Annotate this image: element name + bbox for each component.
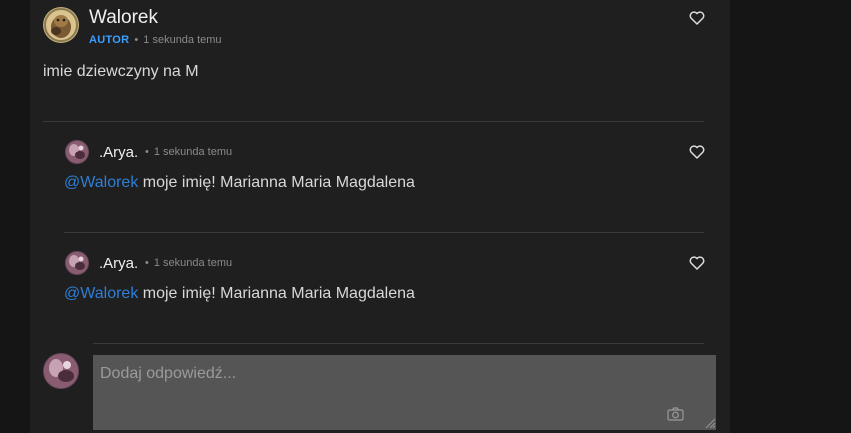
reply-message: moje imię! Marianna Maria Magdalena [138, 174, 415, 191]
heart-icon[interactable] [689, 11, 705, 25]
reply-meta: • 1 sekunda temu [140, 257, 232, 269]
meta-separator: • [145, 257, 149, 269]
avatar-arya[interactable] [65, 140, 89, 164]
divider [64, 232, 704, 233]
reply-author-name[interactable]: .Arya. [99, 144, 138, 161]
current-user-avatar [43, 353, 79, 389]
meta-separator: • [145, 146, 149, 158]
meta-separator: • [134, 34, 139, 46]
reply-message: moje imię! Marianna Maria Magdalena [138, 285, 415, 302]
heart-icon[interactable] [689, 256, 705, 270]
avatar-walorek[interactable] [43, 7, 79, 43]
reply-timestamp: 1 sekunda temu [153, 146, 233, 158]
reply-text: @Walorek moje imię! Marianna Maria Magda… [64, 174, 415, 192]
post-meta: AUTOR • 1 sekunda temu [89, 34, 222, 46]
page: Walorek AUTOR • 1 sekunda temu imie dziewc… [0, 0, 851, 433]
post-text: imie dziewczyny na M [43, 63, 199, 80]
divider [93, 343, 704, 344]
post-author-name[interactable]: Walorek [89, 7, 158, 29]
mention-link[interactable]: @Walorek [64, 285, 138, 302]
reply-timestamp: 1 sekunda temu [153, 257, 233, 269]
reply-author-name[interactable]: .Arya. [99, 255, 138, 272]
reply-input[interactable] [93, 355, 716, 430]
reply-meta: • 1 sekunda temu [140, 146, 232, 158]
mention-link[interactable]: @Walorek [64, 174, 138, 191]
camera-icon[interactable] [667, 407, 684, 421]
author-badge: AUTOR [89, 34, 130, 46]
reply-text: @Walorek moje imię! Marianna Maria Magda… [64, 285, 415, 303]
post-timestamp: 1 sekunda temu [143, 34, 222, 46]
divider [43, 121, 704, 122]
heart-icon[interactable] [689, 145, 705, 159]
avatar-arya[interactable] [65, 251, 89, 275]
resize-handle-icon[interactable] [705, 418, 716, 429]
